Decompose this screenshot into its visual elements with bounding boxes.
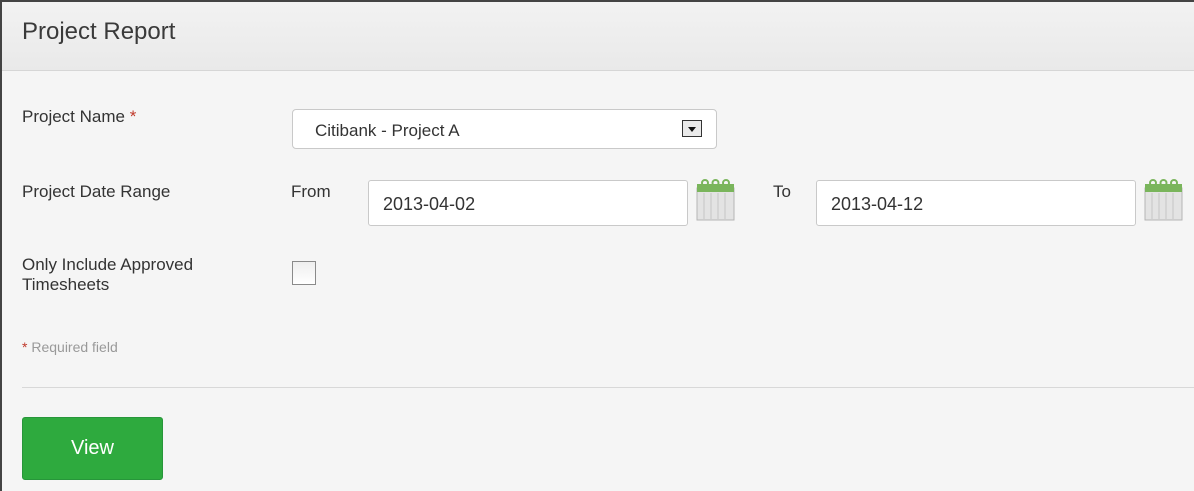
- required-asterisk: *: [129, 107, 137, 126]
- approved-timesheets-checkbox[interactable]: [292, 261, 316, 285]
- calendar-icon[interactable]: [1144, 179, 1183, 221]
- project-name-value: Citibank - Project A: [315, 121, 460, 140]
- divider: [22, 387, 1194, 388]
- panel-header: Project Report: [2, 2, 1194, 71]
- approved-timesheets-label: Only Include Approved Timesheets: [22, 255, 194, 294]
- required-field-note: * Required field: [22, 339, 118, 355]
- to-date-input[interactable]: 2013-04-12: [816, 180, 1136, 226]
- date-range-label: Project Date Range: [22, 182, 171, 201]
- page-title: Project Report: [22, 18, 176, 45]
- project-name-select[interactable]: Citibank - Project A: [292, 109, 717, 149]
- to-label: To: [773, 182, 791, 201]
- project-name-label: Project Name *: [22, 107, 137, 126]
- chevron-down-icon[interactable]: [682, 120, 702, 137]
- view-button[interactable]: View: [22, 417, 163, 480]
- report-panel: Project Report Project Name * Citibank -…: [0, 0, 1194, 491]
- from-label: From: [291, 182, 331, 201]
- from-date-input[interactable]: 2013-04-02: [368, 180, 688, 226]
- calendar-icon[interactable]: [696, 179, 735, 221]
